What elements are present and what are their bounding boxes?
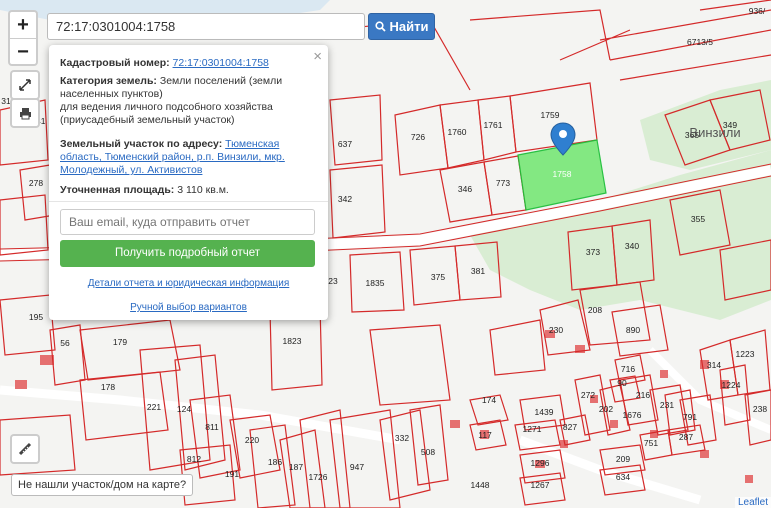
parcel-label: 1759	[541, 110, 560, 120]
parcel-label: 773	[496, 178, 510, 188]
parcel-label: 230	[549, 325, 563, 335]
fullscreen-icon[interactable]	[12, 72, 38, 98]
parcel-label: 634	[616, 472, 630, 482]
parcel-label: 827	[563, 422, 577, 432]
parcel-label: 1676	[623, 410, 642, 420]
cadastral-label: Кадастровый номер:	[60, 57, 170, 69]
parcel-info-popup: × Кадастровый номер: 72:17:0301004:1758 …	[49, 45, 328, 320]
parcel-label: 716	[621, 364, 635, 374]
parcel-label: 936/	[749, 6, 766, 16]
parcel-label: 221	[147, 402, 161, 412]
get-report-button[interactable]: Получить подробный отчет	[60, 240, 315, 267]
parcel-label: 1758	[553, 169, 572, 179]
zoom-in-button[interactable]: +	[10, 12, 36, 39]
parcel-label: 1296	[531, 458, 550, 468]
search-icon	[374, 21, 386, 32]
zoom-control: + −	[8, 10, 38, 66]
parcel-label: 342	[338, 194, 352, 204]
parcel-label: 1267	[531, 480, 550, 490]
parcel-label: 637	[338, 139, 352, 149]
parcel-label: 1761	[484, 120, 503, 130]
parcel-label: 947	[350, 462, 364, 472]
parcel-label: 23	[328, 276, 338, 286]
parcel-label: 1448	[471, 480, 490, 490]
parcel-label: 346	[458, 184, 472, 194]
parcel-label: 373	[586, 247, 600, 257]
address-row: Земельный участок по адресу: Тюменская о…	[60, 138, 315, 177]
email-input[interactable]	[60, 209, 315, 235]
parcel-label: 220	[245, 435, 259, 445]
cadastral-number-link[interactable]: 72:17:0301004:1758	[173, 57, 269, 69]
parcel-label: 195	[29, 312, 43, 322]
parcel-label: 1224	[722, 380, 741, 390]
search-button-label: Найти	[389, 19, 429, 34]
parcel-label: 726	[411, 132, 425, 142]
parcel-label: 751	[644, 438, 658, 448]
report-details-link[interactable]: Детали отчета и юридическая информация	[88, 278, 290, 289]
area-value: 3 110 кв.м.	[177, 184, 229, 196]
parcel-label: 1439	[535, 407, 554, 417]
parcel-label: 186	[268, 457, 282, 467]
usage-value: для ведения личного подсобного хозяйства…	[60, 101, 273, 126]
parcel-label: 890	[626, 325, 640, 335]
parcel-label: 1823	[283, 336, 302, 346]
area-row: Уточненная площадь: 3 110 кв.м.	[60, 184, 315, 197]
manual-selection-link[interactable]: Ручной выбор вариантов	[130, 302, 247, 313]
fullscreen-control	[10, 70, 40, 100]
parcel-label: 1760	[448, 127, 467, 137]
category-label: Категория земель:	[60, 75, 157, 87]
parcel-label: 791	[683, 412, 697, 422]
parcel-label: 287	[679, 432, 693, 442]
parcel-label: 238	[753, 404, 767, 414]
parcel-label: 90	[617, 378, 627, 388]
parcel-label: 375	[431, 272, 445, 282]
cadastral-row: Кадастровый номер: 72:17:0301004:1758	[60, 57, 315, 70]
parcel-label: 508	[421, 447, 435, 457]
parcel-label: 6713/5	[687, 37, 713, 47]
search-button[interactable]: Найти	[368, 13, 435, 40]
parcel-label: 314	[707, 360, 721, 370]
leaflet-attribution-link[interactable]: Leaflet	[738, 497, 768, 508]
parcel-label: 811	[205, 422, 219, 432]
parcel-label: 187	[289, 462, 303, 472]
print-icon[interactable]	[12, 100, 38, 126]
search-input[interactable]	[47, 13, 365, 40]
parcel-label: 191	[225, 469, 239, 479]
parcel-label: 179	[113, 337, 127, 347]
parcel-label: 278	[29, 178, 43, 188]
parcel-label: 340	[625, 241, 639, 251]
not-found-button[interactable]: Не нашли участок/дом на карте?	[11, 474, 194, 496]
ruler-control	[10, 434, 40, 464]
parcel-label: 355	[691, 214, 705, 224]
parcel-label: 56	[60, 338, 70, 348]
area-label: Уточненная площадь:	[60, 184, 175, 196]
parcel-label: 209	[616, 454, 630, 464]
zoom-out-button[interactable]: −	[10, 39, 36, 65]
parcel-label: 178	[101, 382, 115, 392]
parcel-label: 272	[581, 390, 595, 400]
parcel-label: 1835	[366, 278, 385, 288]
parcel-label: 812	[187, 454, 201, 464]
parcel-label: 381	[471, 266, 485, 276]
parcel-label: 208	[588, 305, 602, 315]
parcel-label: 216	[636, 390, 650, 400]
place-label: Винзили	[689, 125, 740, 140]
divider	[49, 201, 328, 202]
parcel-label: 1271	[523, 424, 542, 434]
address-label: Земельный участок по адресу:	[60, 138, 223, 150]
parcel-label: 117	[478, 430, 492, 440]
parcel-label: 332	[395, 433, 409, 443]
parcel-label: 202	[599, 404, 613, 414]
print-control	[10, 98, 40, 128]
parcel-label: 174	[482, 395, 496, 405]
parcel-label: 1223	[736, 349, 755, 359]
ruler-icon[interactable]	[12, 436, 38, 462]
parcel-label: 231	[660, 400, 674, 410]
category-row: Категория земель: Земли поселений (земли…	[60, 75, 315, 127]
parcel-label: 124	[177, 404, 191, 414]
parcel-label: 1726	[309, 472, 328, 482]
